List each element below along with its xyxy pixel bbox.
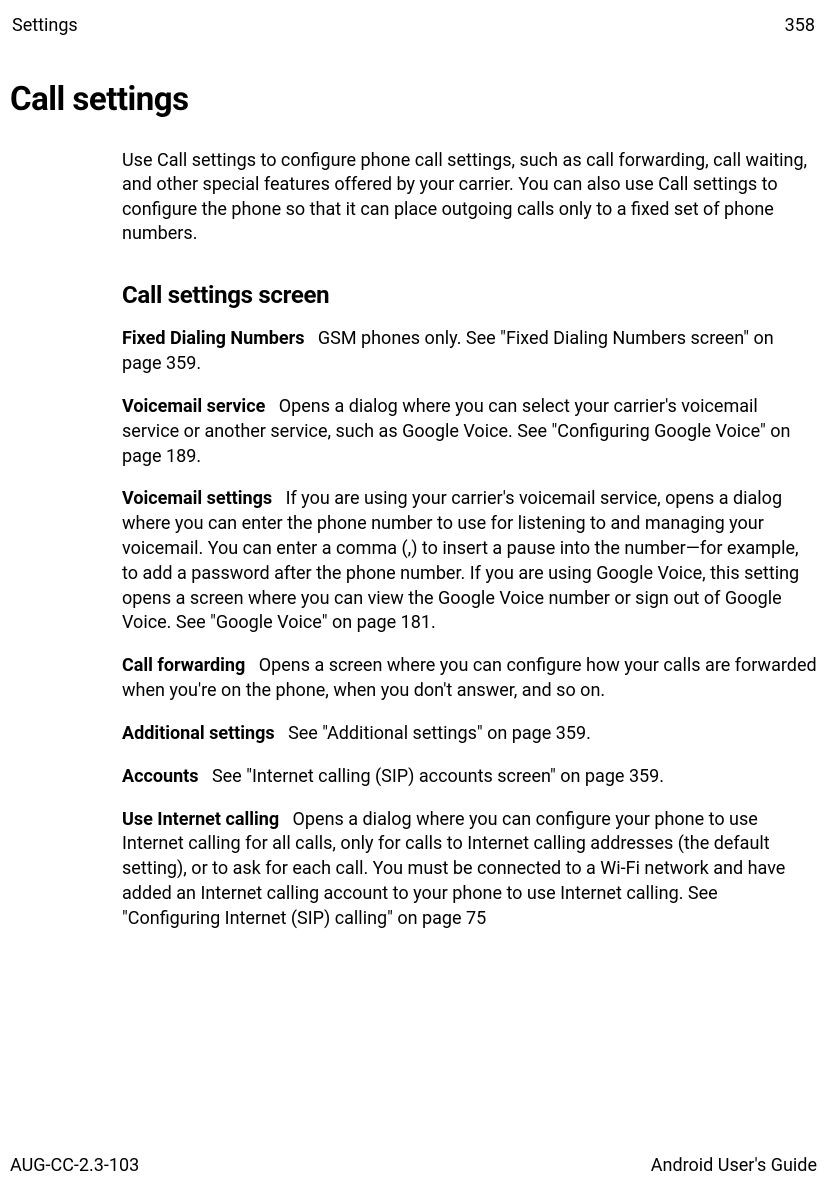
entry-additional-settings: Additional settingsSee "Additional setti… [122, 722, 817, 747]
entry-fixed-dialing: Fixed Dialing NumbersGSM phones only. Se… [122, 327, 817, 377]
page-header: Settings 358 [10, 15, 817, 38]
footer-guide-name: Android User's Guide [651, 1155, 817, 1176]
entry-call-forwarding: Call forwardingOpens a screen where you … [122, 654, 817, 704]
page-title: Call settings [10, 80, 817, 119]
content-area: Use Call settings to configure phone cal… [122, 149, 817, 932]
entry-label: Use Internet calling [122, 809, 293, 830]
entry-label: Additional settings [122, 723, 288, 744]
entry-accounts: AccountsSee "Internet calling (SIP) acco… [122, 765, 817, 790]
entry-text: If you are using your carrier's voicemai… [122, 488, 799, 633]
entry-label: Accounts [122, 766, 212, 787]
entry-label: Voicemail service [122, 396, 279, 417]
entry-voicemail-service: Voicemail serviceOpens a dialog where yo… [122, 395, 817, 469]
page-footer: AUG-CC-2.3-103 Android User's Guide [10, 1155, 817, 1176]
entry-text: See "Internet calling (SIP) accounts scr… [212, 766, 664, 787]
entry-use-internet-calling: Use Internet callingOpens a dialog where… [122, 808, 817, 932]
footer-doc-id: AUG-CC-2.3-103 [10, 1155, 139, 1176]
entry-label: Voicemail settings [122, 488, 286, 509]
header-section: Settings [12, 15, 78, 36]
entry-label: Fixed Dialing Numbers [122, 328, 318, 349]
entry-label: Call forwarding [122, 655, 259, 676]
entry-text: See "Additional settings" on page 359. [288, 723, 591, 744]
section-subtitle: Call settings screen [122, 281, 817, 309]
header-page-number: 358 [785, 15, 815, 36]
entry-voicemail-settings: Voicemail settingsIf you are using your … [122, 487, 817, 636]
intro-paragraph: Use Call settings to configure phone cal… [122, 149, 817, 246]
